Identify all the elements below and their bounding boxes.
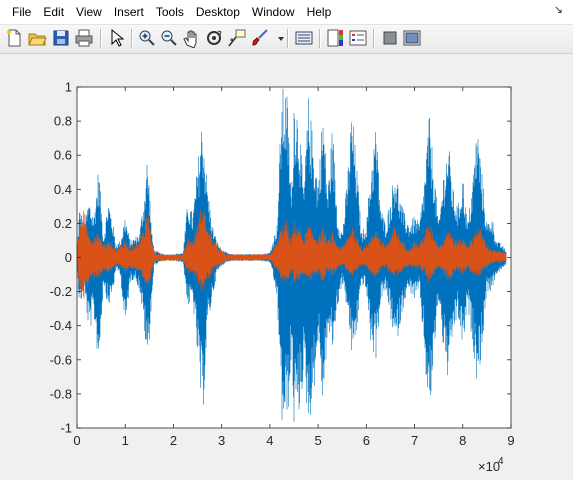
x-tick-label: 7 xyxy=(411,433,418,448)
insert-colorbar-icon[interactable] xyxy=(325,28,345,48)
x-tick-label: 3 xyxy=(218,433,225,448)
menu-view[interactable]: View xyxy=(70,2,108,22)
open-file-icon[interactable] xyxy=(27,28,47,48)
waveform-plot[interactable]: 0 1 2 3 4 5 6 7 8 9 1 0.8 0.6 0.4 0.2 0 -0.2 -0.4 -0.6 -0.8… xyxy=(0,54,573,480)
y-tick-label: 1 xyxy=(65,80,72,95)
menu-bar: File Edit View Insert Tools Desktop Wind… xyxy=(0,0,573,25)
figure-canvas: 0 1 2 3 4 5 6 7 8 9 1 0.8 0.6 0.4 0.2 0 -0.2 -0.4 -0.6 -0.8… xyxy=(0,54,573,480)
y-tick-label: -0.8 xyxy=(50,386,72,401)
y-tick-label: -0.4 xyxy=(50,318,72,333)
y-tick-label: 0.2 xyxy=(54,216,72,231)
data-cursor-icon[interactable] xyxy=(227,28,247,48)
menu-edit[interactable]: Edit xyxy=(37,2,70,22)
menu-insert[interactable]: Insert xyxy=(108,2,150,22)
x-tick-label: 5 xyxy=(314,433,321,448)
x-tick-label: 0 xyxy=(73,433,80,448)
save-figure-icon[interactable] xyxy=(51,28,71,48)
figure-toolbar xyxy=(0,25,573,54)
menu-tools[interactable]: Tools xyxy=(150,2,190,22)
dock-arrow-icon[interactable]: ↘ xyxy=(554,3,563,16)
rotate-3d-icon[interactable] xyxy=(204,28,224,48)
menu-file[interactable]: File xyxy=(6,2,37,22)
y-tick-label: 0.4 xyxy=(54,182,72,197)
zoom-in-icon[interactable] xyxy=(137,28,157,48)
hide-plot-tools-icon[interactable] xyxy=(380,28,400,48)
toolbar-separator xyxy=(319,29,321,48)
menu-desktop[interactable]: Desktop xyxy=(190,2,246,22)
x-tick-label: 9 xyxy=(507,433,514,448)
y-tick-label: -0.2 xyxy=(50,284,72,299)
edit-plot-cursor-icon[interactable] xyxy=(107,28,127,48)
new-figure-icon[interactable] xyxy=(4,28,24,48)
x-tick-label: 6 xyxy=(363,433,370,448)
menu-help[interactable]: Help xyxy=(301,2,338,22)
brush-dropdown-icon[interactable] xyxy=(271,28,284,48)
print-figure-icon[interactable] xyxy=(74,28,94,48)
insert-legend-icon[interactable] xyxy=(348,28,368,48)
toolbar-separator xyxy=(287,29,289,48)
x-tick-label: 2 xyxy=(170,433,177,448)
x-tick-label: 1 xyxy=(122,433,129,448)
brush-icon[interactable] xyxy=(250,28,270,48)
toolbar-separator xyxy=(373,29,375,48)
y-tick-label: 0.6 xyxy=(54,148,72,163)
pan-hand-icon[interactable] xyxy=(181,28,201,48)
toolbar-separator xyxy=(100,29,102,48)
show-plot-tools-icon[interactable] xyxy=(402,28,422,48)
y-tick-label: 0 xyxy=(65,250,72,265)
y-tick-label: -1 xyxy=(60,421,72,436)
toolbar-separator xyxy=(131,29,133,48)
x-exponent-label: ×10 xyxy=(478,459,500,474)
y-tick-label: -0.6 xyxy=(50,352,72,367)
x-tick-label: 8 xyxy=(459,433,466,448)
menu-window[interactable]: Window xyxy=(246,2,301,22)
zoom-out-icon[interactable] xyxy=(159,28,179,48)
x-tick-label: 4 xyxy=(266,433,273,448)
y-tick-label: 0.8 xyxy=(54,114,72,129)
x-exponent-power: 4 xyxy=(498,456,504,467)
link-plot-icon[interactable] xyxy=(294,28,314,48)
